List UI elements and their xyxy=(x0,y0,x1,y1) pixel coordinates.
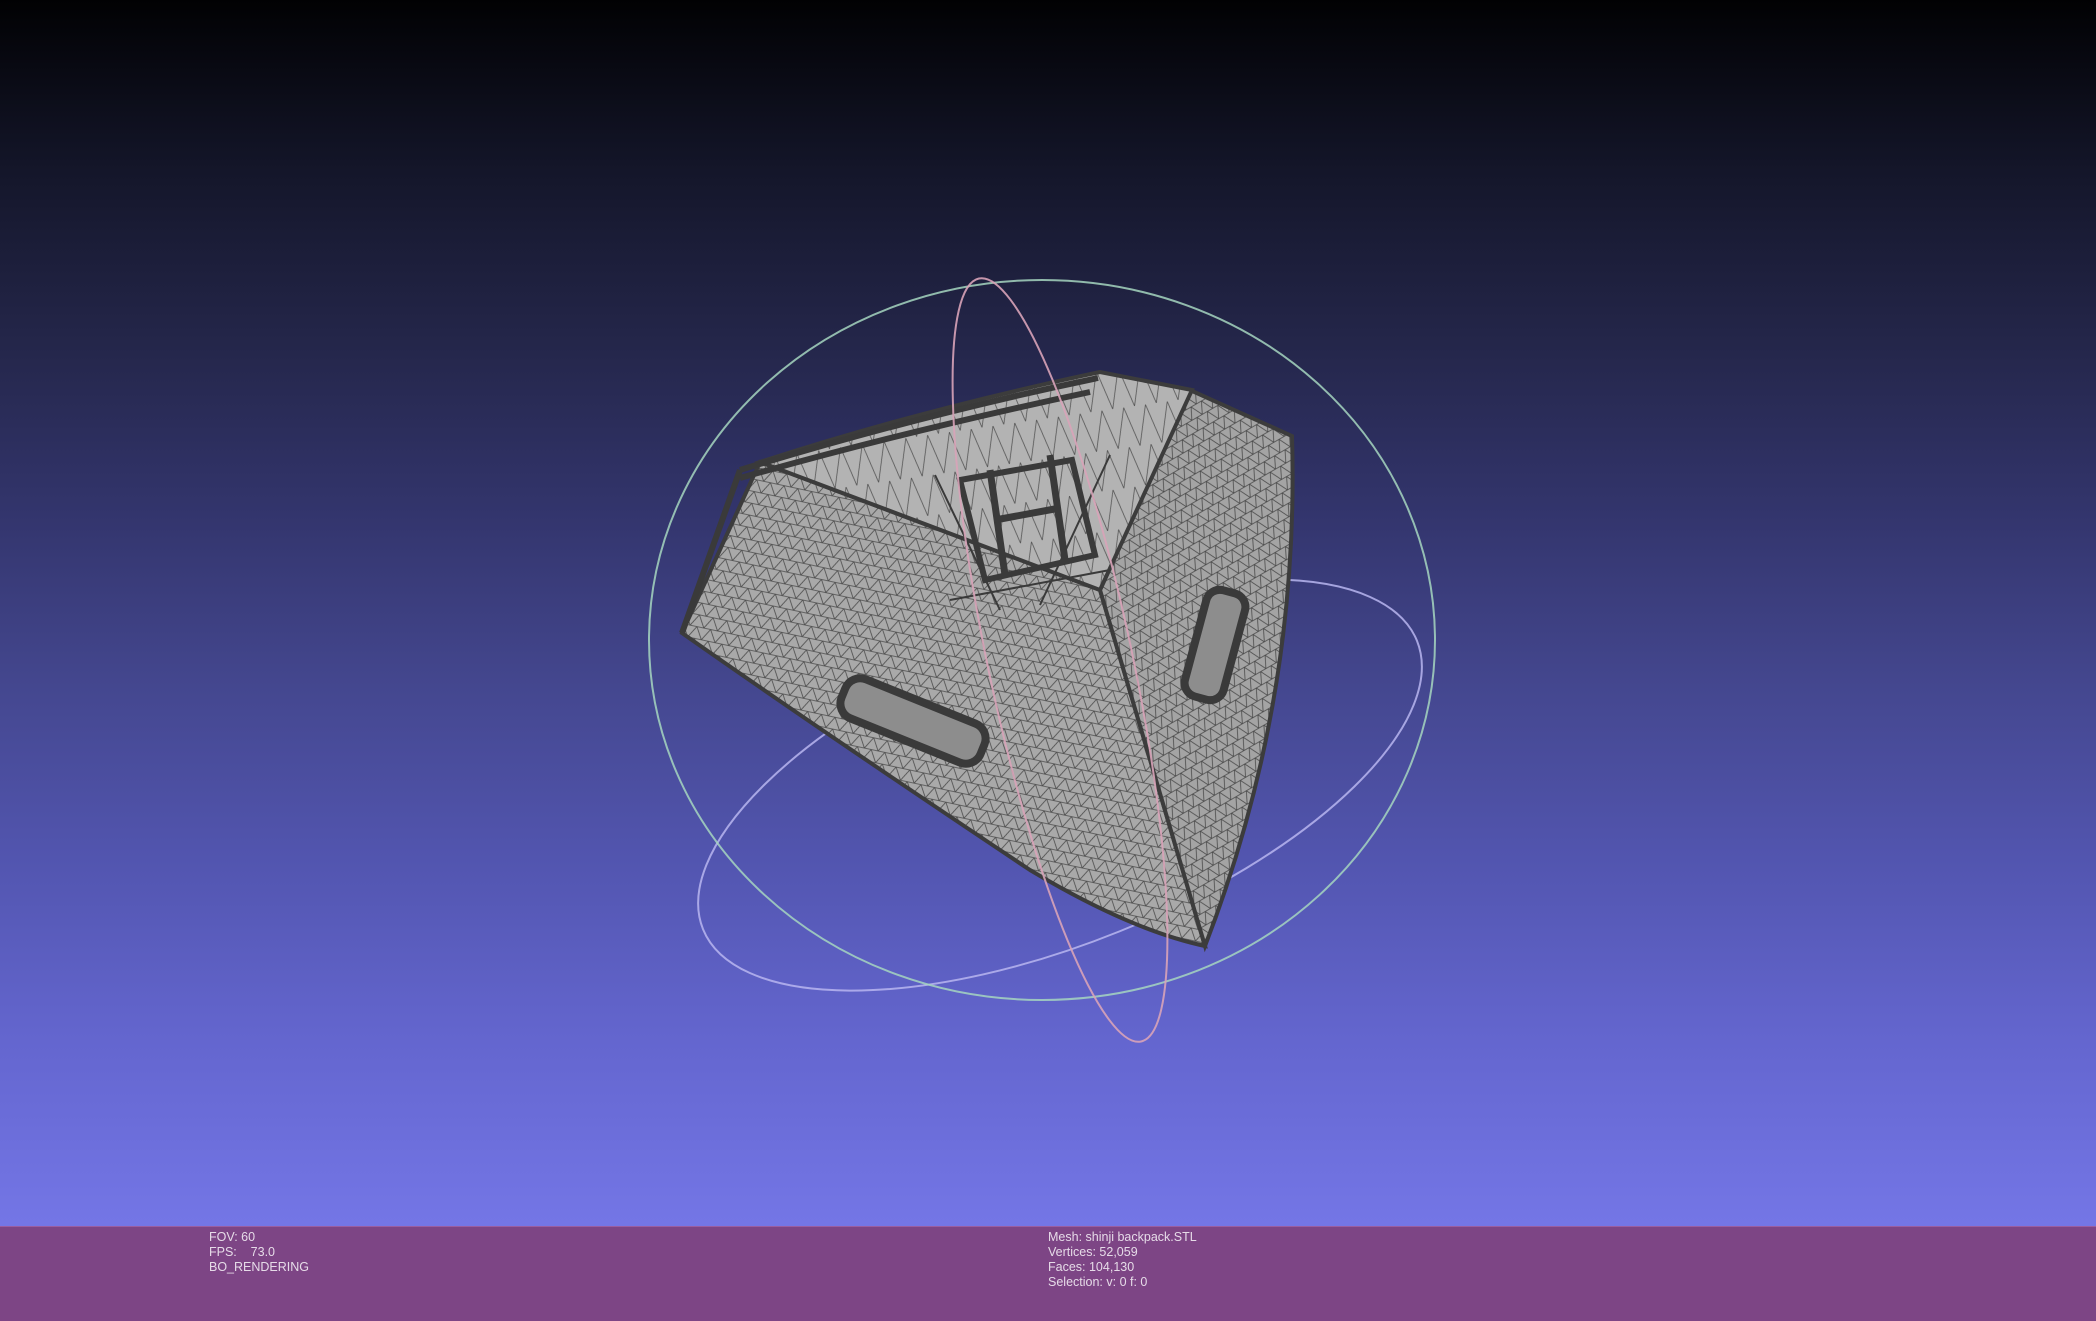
fov-readout: FOV: 60 xyxy=(209,1230,256,1244)
info-bar: FOV: 60 FPS: 73.0 BO_RENDERING Mesh: shi… xyxy=(0,1226,2096,1321)
mesh-name: Mesh: shinji backpack.STL xyxy=(1048,1230,1197,1244)
mesh-scene[interactable] xyxy=(0,0,2096,1226)
fps-readout: FPS: 73.0 xyxy=(209,1245,276,1259)
mesh-info: Mesh: shinji backpack.STL Vertices: 52,0… xyxy=(1048,1230,1197,1290)
3d-viewport[interactable] xyxy=(0,0,2096,1226)
selection-info: Selection: v: 0 f: 0 xyxy=(1048,1275,1148,1289)
face-count: Faces: 104,130 xyxy=(1048,1260,1135,1274)
vertex-count: Vertices: 52,059 xyxy=(1048,1245,1138,1259)
render-info: FOV: 60 FPS: 73.0 BO_RENDERING xyxy=(209,1230,309,1275)
render-mode: BO_RENDERING xyxy=(209,1260,310,1274)
